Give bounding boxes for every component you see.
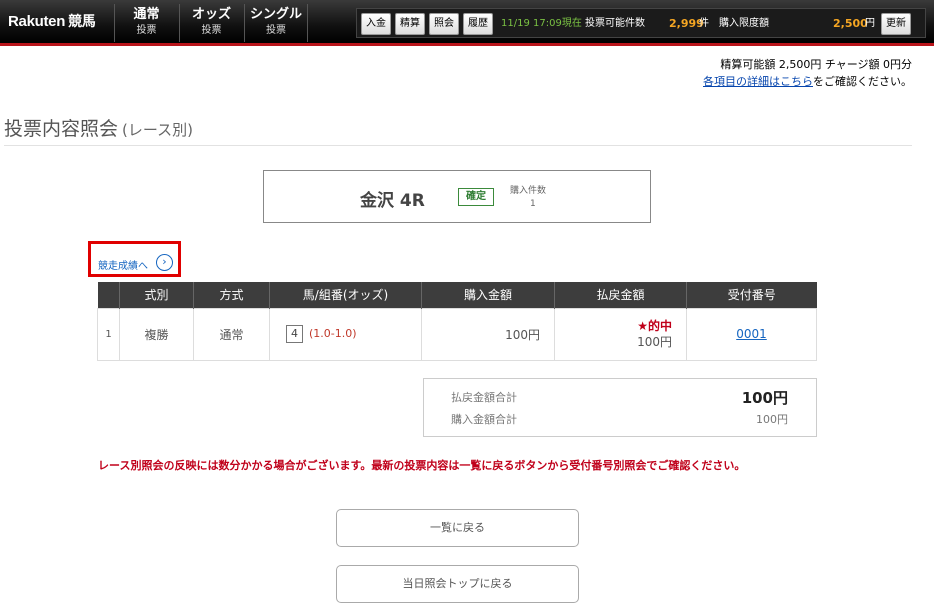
race-name: 金沢 4R: [360, 191, 425, 211]
limit-unit: 円: [865, 18, 875, 29]
status-badge: 確定: [458, 188, 494, 206]
col-header: 購入金額: [421, 282, 555, 308]
totals-box: 払戻金額合計 100円 購入金額合計 100円: [423, 378, 817, 437]
vote-count-label: 投票可能件数: [585, 18, 645, 29]
bet-table: 式別 方式 馬/組番(オッズ) 購入金額 払戻金額 受付番号 1 複勝 通常 4…: [97, 282, 817, 361]
logo-main: Rakuten: [8, 13, 66, 30]
purchase-total-label: 購入金額合計: [451, 413, 517, 426]
rakuten-keiba-logo[interactable]: Rakuten 競馬: [8, 11, 96, 31]
update-timestamp: 11/19 17:09現在: [501, 18, 582, 29]
hit-badge: ★的中: [637, 319, 672, 333]
payout-total-value: 100円: [741, 389, 788, 407]
nav-sub: 投票: [136, 25, 157, 36]
col-header: 払戻金額: [554, 282, 687, 308]
logo-sub: 競馬: [68, 14, 96, 30]
table-row: 1 複勝 通常 4 (1.0-1.0) 100円 ★的中 100円 0001: [97, 307, 817, 361]
odds: (1.0-1.0): [309, 327, 357, 340]
title-divider: [4, 145, 912, 146]
settle-button[interactable]: 精算: [395, 13, 425, 35]
race-result-link[interactable]: 競走成績へ ›: [88, 241, 181, 277]
horse-number: 4: [286, 325, 303, 343]
limit-label: 購入限度額: [719, 18, 769, 29]
inquiry-button[interactable]: 照会: [429, 13, 459, 35]
receipt-cell: 0001: [686, 307, 817, 361]
row-number: 1: [97, 307, 120, 361]
nav-single-vote[interactable]: シングル 投票: [244, 4, 308, 42]
payout-amount: 100円: [637, 335, 672, 349]
nav-odds-vote[interactable]: オッズ 投票: [179, 4, 243, 42]
purchase-count-label: 購入件数: [510, 186, 547, 196]
nav-sub: 投票: [266, 25, 286, 36]
refresh-button[interactable]: 更新: [881, 13, 911, 35]
global-header: Rakuten 競馬 通常 投票 オッズ 投票 シングル 投票 入金 精算 照会 …: [0, 0, 934, 46]
nav-title: 通常: [133, 7, 160, 22]
bet-type: 複勝: [119, 307, 194, 361]
vote-count-unit: 件: [699, 18, 709, 29]
balance-line: 精算可能額 2,500円 チャージ額 0円分: [720, 58, 912, 71]
page-title-main: 投票内容照会: [4, 118, 119, 140]
col-header: 方式: [193, 282, 270, 308]
back-to-top-button[interactable]: 当日照会トップに戻る: [336, 565, 579, 603]
page-subtitle: (レース別): [122, 121, 193, 139]
purchase-count-value: 1: [530, 199, 536, 209]
col-header: [97, 282, 120, 308]
payout-total-label: 払戻金額合計: [451, 391, 517, 404]
payout-cell: ★的中 100円: [554, 307, 687, 361]
nav-sub: 投票: [201, 25, 222, 36]
detail-link[interactable]: 各項目の詳細はこちら: [703, 75, 813, 88]
col-header: 式別: [119, 282, 194, 308]
purchase-total-value: 100円: [756, 413, 788, 426]
nav-normal-vote[interactable]: 通常 投票: [114, 4, 178, 42]
table-header-row: 式別 方式 馬/組番(オッズ) 購入金額 払戻金額 受付番号: [97, 282, 817, 308]
horse-cell: 4 (1.0-1.0): [269, 307, 422, 361]
race-summary-box: 金沢 4R 確定 購入件数 1: [263, 170, 651, 223]
nav-title: シングル: [249, 7, 302, 22]
purchase-amount: 100円: [421, 307, 555, 361]
back-to-list-button[interactable]: 一覧に戻る: [336, 509, 579, 547]
col-header: 受付番号: [686, 282, 817, 308]
bet-method: 通常: [193, 307, 270, 361]
receipt-number-link[interactable]: 0001: [736, 327, 767, 341]
col-header: 馬/組番(オッズ): [269, 282, 422, 308]
limit-value: 2,500: [833, 17, 868, 30]
detail-suffix: をご確認ください。: [813, 75, 912, 88]
balance-info: 精算可能額 2,500円 チャージ額 0円分 各項目の詳細はこちらをご確認くださ…: [703, 56, 912, 90]
account-toolbar: 入金 精算 照会 履歴 11/19 17:09現在 投票可能件数 2,999 件…: [356, 8, 926, 38]
update-notice: レース別照会の反映には数分かかる場合がございます。最新の投票内容は一覧に戻るボタ…: [98, 459, 746, 472]
race-result-label: 競走成績へ: [98, 261, 148, 272]
chevron-right-icon: ›: [156, 254, 173, 271]
deposit-button[interactable]: 入金: [361, 13, 391, 35]
page-title: 投票内容照会 (レース別): [4, 114, 193, 141]
nav-title: オッズ: [191, 7, 231, 22]
history-button[interactable]: 履歴: [463, 13, 493, 35]
